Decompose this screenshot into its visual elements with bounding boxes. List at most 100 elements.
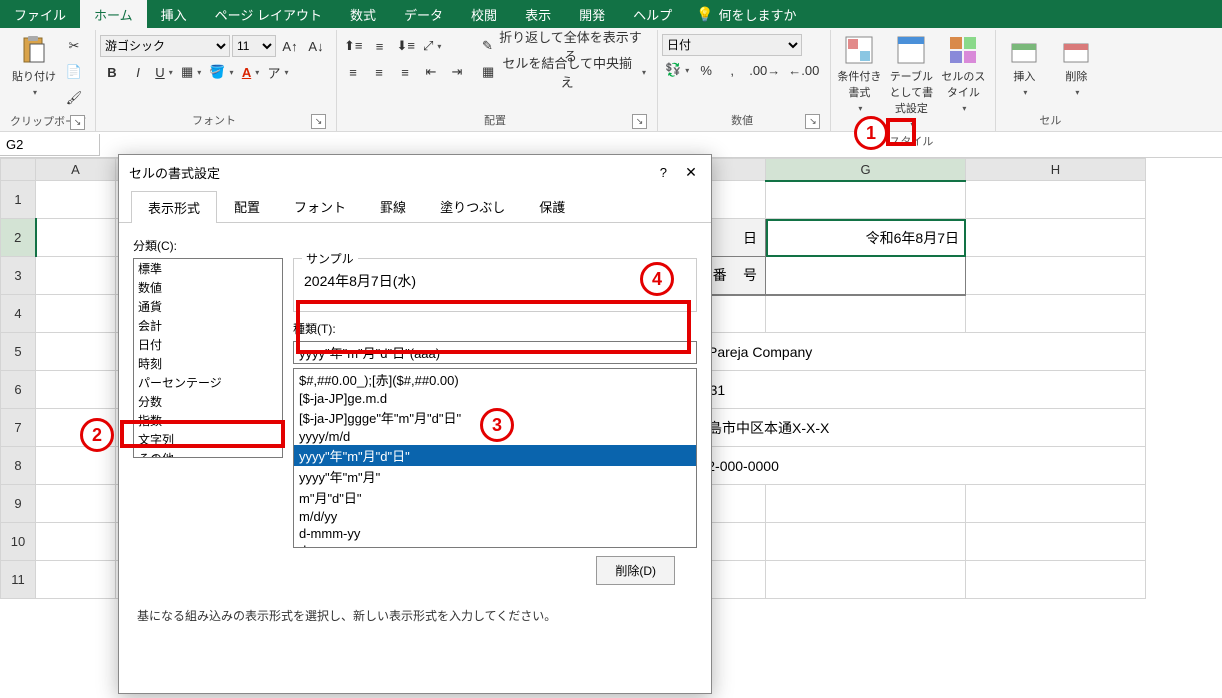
dialog-help-button[interactable]: ?: [660, 165, 667, 180]
align-left-button[interactable]: ≡: [341, 60, 365, 84]
align-center-button[interactable]: ≡: [367, 60, 391, 84]
dec-decimal-button[interactable]: ←.00: [785, 58, 822, 82]
align-middle-button[interactable]: ≡: [367, 34, 391, 58]
increase-font-button[interactable]: A↑: [278, 34, 302, 58]
row-header[interactable]: 6: [1, 371, 36, 409]
fill-color-button[interactable]: 🪣: [206, 60, 236, 84]
row-header[interactable]: 5: [1, 333, 36, 371]
tellme[interactable]: 💡何をしますか: [686, 0, 806, 28]
delete-button[interactable]: 削除(D): [596, 556, 675, 585]
border-button[interactable]: ▦: [178, 60, 204, 84]
delete-cells-button[interactable]: 削除: [1052, 34, 1100, 98]
align-top-button[interactable]: ⬆≡: [341, 34, 365, 58]
type-list-item[interactable]: $#,##0.00_);[赤]($#,##0.00): [294, 369, 696, 390]
row-header[interactable]: 7: [1, 409, 36, 447]
type-list-item[interactable]: m"月"d"日": [294, 487, 696, 508]
inc-decimal-button[interactable]: .00→: [746, 58, 783, 82]
category-item[interactable]: 数値: [134, 278, 282, 297]
bold-button[interactable]: B: [100, 60, 124, 84]
paste-button[interactable]: 貼り付け: [10, 34, 58, 98]
tab-insert[interactable]: 挿入: [147, 0, 201, 28]
copy-button[interactable]: 📄: [62, 60, 86, 84]
dlg-tab-fill[interactable]: 塗りつぶし: [423, 190, 522, 222]
row-header[interactable]: 1: [1, 181, 36, 219]
dlg-tab-number[interactable]: 表示形式: [131, 191, 217, 223]
cut-button[interactable]: ✂: [62, 34, 86, 58]
type-list-item[interactable]: yyyy"年"m"月": [294, 466, 696, 487]
tab-home[interactable]: ホーム: [80, 0, 147, 28]
row-header[interactable]: 2: [1, 219, 36, 257]
category-item[interactable]: 文字列: [134, 430, 282, 449]
tab-dev[interactable]: 開発: [565, 0, 619, 28]
dialog-close-button[interactable]: ✕: [681, 164, 701, 181]
type-list-item[interactable]: yyyy/m/d: [294, 428, 696, 445]
col-header[interactable]: G: [766, 159, 966, 181]
format-painter-button[interactable]: 🖌: [62, 86, 86, 110]
phonetic-button[interactable]: ア: [265, 60, 292, 84]
font-name-select[interactable]: 游ゴシック: [100, 35, 230, 57]
align-bottom-button[interactable]: ⬇≡: [393, 34, 417, 58]
italic-button[interactable]: I: [126, 60, 150, 84]
name-box[interactable]: [0, 134, 100, 156]
tab-view[interactable]: 表示: [511, 0, 565, 28]
tab-formulas[interactable]: 数式: [336, 0, 390, 28]
category-item[interactable]: 指数: [134, 411, 282, 430]
cell[interactable]: 株式会社Pareja Company: [646, 333, 1146, 371]
type-list-item[interactable]: [$-ja-JP]ggge"年"m"月"d"日": [294, 407, 696, 428]
tab-file[interactable]: ファイル: [0, 0, 80, 28]
row-header[interactable]: 4: [1, 295, 36, 333]
tab-layout[interactable]: ページ レイアウト: [201, 0, 336, 28]
tab-review[interactable]: 校閲: [457, 0, 511, 28]
cell[interactable]: 〒730-0031: [646, 371, 1146, 409]
type-list-item[interactable]: d-mmm-yy: [294, 525, 696, 542]
tab-data[interactable]: データ: [390, 0, 457, 28]
decrease-font-button[interactable]: A↓: [304, 34, 328, 58]
font-color-button[interactable]: A: [239, 60, 263, 84]
cell-styles-button[interactable]: セルのスタイル: [939, 34, 987, 114]
category-item[interactable]: 日付: [134, 335, 282, 354]
align-launcher[interactable]: ↘: [632, 114, 647, 129]
indent-dec-button[interactable]: ⇤: [419, 60, 443, 84]
dlg-tab-font[interactable]: フォント: [277, 190, 363, 222]
type-input[interactable]: [293, 341, 697, 364]
category-listbox[interactable]: 標準数値通貨会計日付時刻パーセンテージ分数指数文字列その他ユーザー定義: [133, 258, 283, 458]
accounting-format-button[interactable]: 💱: [662, 58, 692, 82]
font-size-select[interactable]: 11: [232, 35, 276, 57]
dlg-tab-protect[interactable]: 保護: [522, 190, 582, 222]
select-all-corner[interactable]: [1, 159, 36, 181]
merge-center-button[interactable]: ▦ セルを結合して中央揃え: [479, 60, 649, 84]
dlg-tab-align[interactable]: 配置: [217, 190, 277, 222]
format-table-button[interactable]: テーブルとして書式設定: [887, 34, 935, 130]
font-launcher[interactable]: ↘: [311, 114, 326, 129]
row-header[interactable]: 8: [1, 447, 36, 485]
category-item[interactable]: 会計: [134, 316, 282, 335]
cell[interactable]: TEL：082-000-0000: [646, 447, 1146, 485]
col-header[interactable]: H: [966, 159, 1146, 181]
number-launcher[interactable]: ↘: [805, 114, 820, 129]
category-item[interactable]: 標準: [134, 259, 282, 278]
type-list-item[interactable]: yyyy"年"m"月"d"日": [294, 445, 696, 466]
col-header[interactable]: A: [36, 159, 116, 181]
row-header[interactable]: 9: [1, 485, 36, 523]
row-header[interactable]: 3: [1, 257, 36, 295]
category-item[interactable]: 通貨: [134, 297, 282, 316]
type-list-item[interactable]: m/d/yy: [294, 508, 696, 525]
insert-cells-button[interactable]: 挿入: [1000, 34, 1048, 98]
type-listbox[interactable]: $#,##0.00_);[赤]($#,##0.00)[$-ja-JP]ge.m.…: [293, 368, 697, 548]
orientation-button[interactable]: ⤢: [420, 34, 444, 58]
tab-help[interactable]: ヘルプ: [619, 0, 686, 28]
clipboard-launcher[interactable]: ↘: [70, 115, 85, 130]
dlg-tab-border[interactable]: 罫線: [363, 190, 423, 222]
indent-inc-button[interactable]: ⇥: [445, 60, 469, 84]
cell-selected[interactable]: 令和6年8月7日: [766, 219, 966, 257]
conditional-format-button[interactable]: 条件付き書式: [835, 34, 883, 114]
comma-button[interactable]: ,: [720, 58, 744, 82]
category-item[interactable]: 時刻: [134, 354, 282, 373]
category-item[interactable]: その他: [134, 449, 282, 458]
type-list-item[interactable]: [$-ja-JP]ge.m.d: [294, 390, 696, 407]
number-format-select[interactable]: 日付: [662, 34, 802, 56]
cell[interactable]: [766, 257, 966, 295]
percent-button[interactable]: %: [694, 58, 718, 82]
category-item[interactable]: 分数: [134, 392, 282, 411]
align-right-button[interactable]: ≡: [393, 60, 417, 84]
